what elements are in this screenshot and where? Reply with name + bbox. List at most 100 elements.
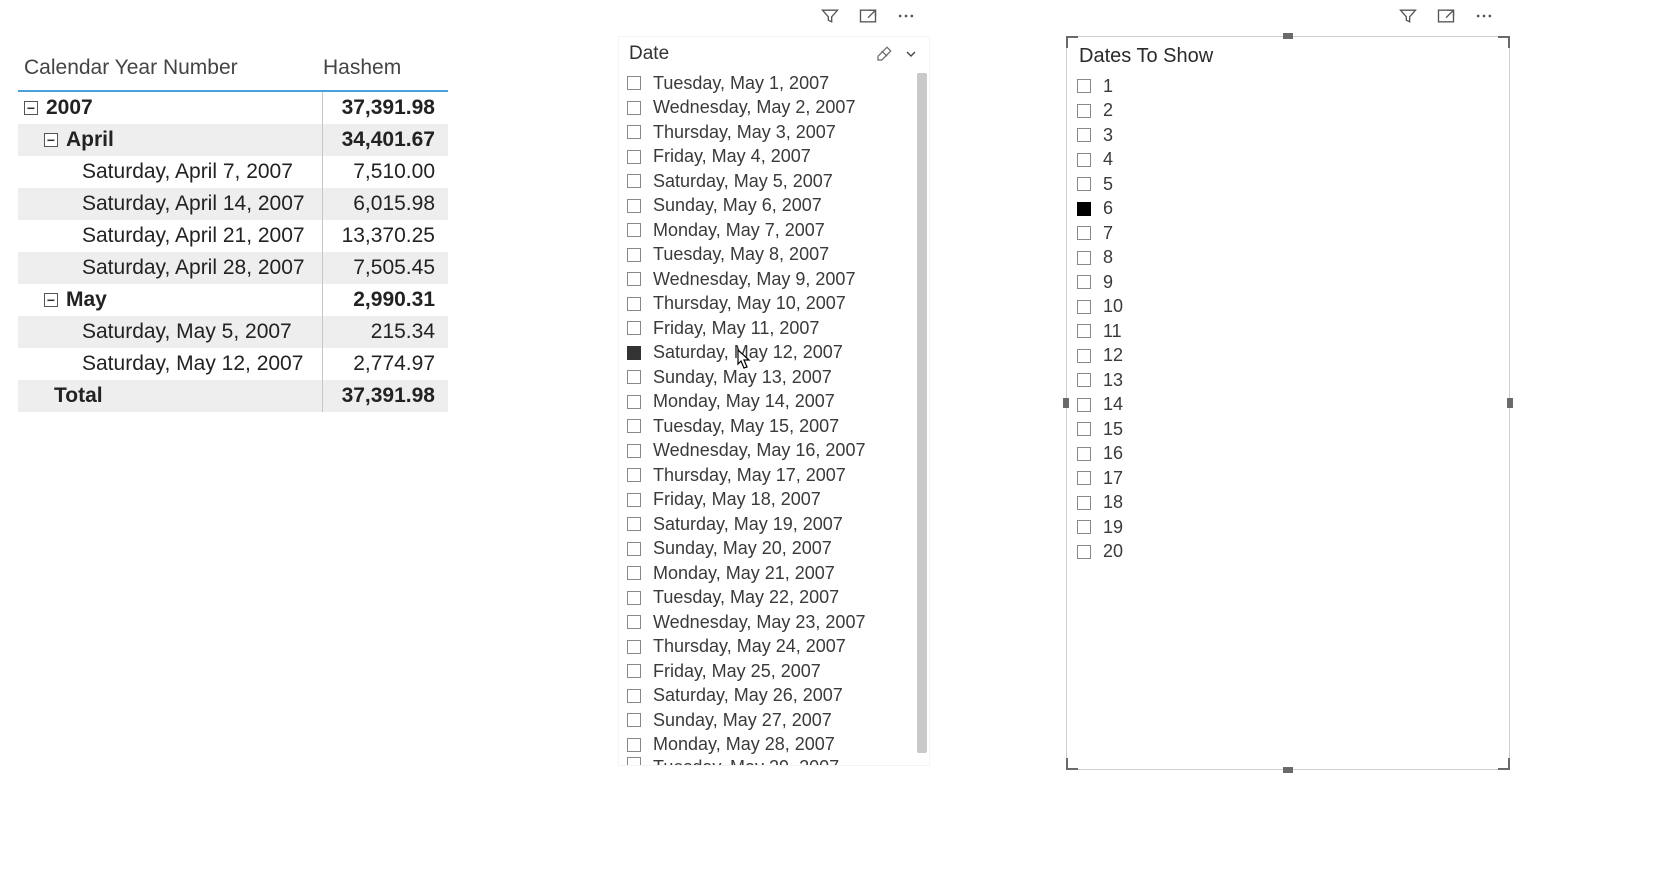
- checkbox[interactable]: [1077, 177, 1091, 191]
- selection-corner[interactable]: [1498, 758, 1510, 770]
- slicer-item[interactable]: 16: [1077, 442, 1499, 467]
- checkbox[interactable]: [627, 199, 641, 213]
- checkbox[interactable]: [627, 591, 641, 605]
- checkbox[interactable]: [1077, 422, 1091, 436]
- selection-corner[interactable]: [1066, 36, 1078, 48]
- slicer-item[interactable]: Tuesday, May 22, 2007: [627, 586, 921, 611]
- checkbox[interactable]: [627, 713, 641, 727]
- slicer-item[interactable]: Sunday, May 6, 2007: [627, 194, 921, 219]
- checkbox[interactable]: [627, 542, 641, 556]
- slicer-item[interactable]: Monday, May 21, 2007: [627, 561, 921, 586]
- slicer-item[interactable]: 12: [1077, 344, 1499, 369]
- checkbox[interactable]: [627, 689, 641, 703]
- slicer-item[interactable]: Friday, May 4, 2007: [627, 145, 921, 170]
- slicer-item[interactable]: Tuesday, May 1, 2007: [627, 71, 921, 96]
- checkbox[interactable]: [627, 444, 641, 458]
- matrix-row[interactable]: −May2,990.31: [18, 284, 448, 316]
- focus-mode-icon[interactable]: [1436, 6, 1456, 26]
- selection-corner[interactable]: [1066, 758, 1078, 770]
- dates-to-show-slicer[interactable]: Dates To Show 12345678910111213141516171…: [1066, 36, 1510, 770]
- slicer-item[interactable]: 6: [1077, 197, 1499, 222]
- slicer-item[interactable]: Tuesday, May 29, 2007: [627, 757, 921, 766]
- checkbox[interactable]: [1077, 349, 1091, 363]
- checkbox[interactable]: [627, 321, 641, 335]
- checkbox[interactable]: [1077, 545, 1091, 559]
- slicer-item[interactable]: Thursday, May 3, 2007: [627, 120, 921, 145]
- checkbox[interactable]: [627, 346, 641, 360]
- slicer-item[interactable]: 19: [1077, 515, 1499, 540]
- slicer-item[interactable]: 11: [1077, 319, 1499, 344]
- matrix-row[interactable]: Saturday, April 14, 20076,015.98: [18, 188, 448, 220]
- slicer-item[interactable]: Monday, May 28, 2007: [627, 733, 921, 758]
- checkbox[interactable]: [1077, 471, 1091, 485]
- checkbox[interactable]: [1077, 104, 1091, 118]
- checkbox[interactable]: [627, 395, 641, 409]
- slicer-item[interactable]: 17: [1077, 466, 1499, 491]
- checkbox[interactable]: [1077, 520, 1091, 534]
- checkbox[interactable]: [1077, 202, 1091, 216]
- slicer-item[interactable]: 5: [1077, 172, 1499, 197]
- slicer-item[interactable]: 18: [1077, 491, 1499, 516]
- checkbox[interactable]: [627, 125, 641, 139]
- checkbox[interactable]: [627, 493, 641, 507]
- slicer-item[interactable]: Thursday, May 17, 2007: [627, 463, 921, 488]
- checkbox[interactable]: [1077, 79, 1091, 93]
- matrix-row[interactable]: Saturday, May 12, 20072,774.97: [18, 348, 448, 380]
- slicer-item[interactable]: 1: [1077, 74, 1499, 99]
- checkbox[interactable]: [1077, 300, 1091, 314]
- slicer-item[interactable]: 13: [1077, 368, 1499, 393]
- checkbox[interactable]: [1077, 324, 1091, 338]
- expander-icon[interactable]: −: [24, 101, 38, 115]
- checkbox[interactable]: [627, 664, 641, 678]
- matrix-row[interactable]: −April34,401.67: [18, 124, 448, 156]
- matrix-row[interactable]: −200737,391.98: [18, 92, 448, 124]
- checkbox[interactable]: [1077, 373, 1091, 387]
- checkbox[interactable]: [627, 150, 641, 164]
- slicer-item[interactable]: Sunday, May 27, 2007: [627, 708, 921, 733]
- slicer-item[interactable]: 9: [1077, 270, 1499, 295]
- expander-icon[interactable]: −: [44, 133, 58, 147]
- matrix-header-col2[interactable]: Hashem: [323, 56, 441, 80]
- slicer-item[interactable]: Saturday, May 26, 2007: [627, 684, 921, 709]
- more-options-icon[interactable]: [896, 6, 916, 26]
- checkbox[interactable]: [627, 757, 641, 766]
- selection-corner[interactable]: [1498, 36, 1510, 48]
- scrollbar-thumb[interactable]: [917, 73, 927, 753]
- slicer-item[interactable]: 7: [1077, 221, 1499, 246]
- matrix-row[interactable]: Saturday, April 7, 20077,510.00: [18, 156, 448, 188]
- checkbox[interactable]: [1077, 128, 1091, 142]
- slicer-item[interactable]: Friday, May 11, 2007: [627, 316, 921, 341]
- slicer-item[interactable]: Wednesday, May 16, 2007: [627, 439, 921, 464]
- slicer-item[interactable]: Saturday, May 12, 2007: [627, 341, 921, 366]
- slicer-item[interactable]: Thursday, May 24, 2007: [627, 635, 921, 660]
- slicer-item[interactable]: Sunday, May 13, 2007: [627, 365, 921, 390]
- selection-handle[interactable]: [1283, 33, 1293, 39]
- slicer-item[interactable]: 4: [1077, 148, 1499, 173]
- slicer-item[interactable]: Saturday, May 5, 2007: [627, 169, 921, 194]
- focus-mode-icon[interactable]: [858, 6, 878, 26]
- slicer-item[interactable]: 20: [1077, 540, 1499, 565]
- slicer-item[interactable]: 14: [1077, 393, 1499, 418]
- checkbox[interactable]: [627, 248, 641, 262]
- eraser-icon[interactable]: [875, 45, 893, 63]
- checkbox[interactable]: [627, 297, 641, 311]
- slicer-item[interactable]: Sunday, May 20, 2007: [627, 537, 921, 562]
- slicer-item[interactable]: Monday, May 14, 2007: [627, 390, 921, 415]
- checkbox[interactable]: [627, 615, 641, 629]
- chevron-down-icon[interactable]: [903, 46, 919, 62]
- checkbox[interactable]: [627, 468, 641, 482]
- slicer-item[interactable]: Friday, May 18, 2007: [627, 488, 921, 513]
- slicer-item[interactable]: Monday, May 7, 2007: [627, 218, 921, 243]
- checkbox[interactable]: [1077, 251, 1091, 265]
- slicer-item[interactable]: 8: [1077, 246, 1499, 271]
- checkbox[interactable]: [627, 419, 641, 433]
- matrix-row[interactable]: Total37,391.98: [18, 380, 448, 412]
- expander-icon[interactable]: −: [44, 293, 58, 307]
- slicer-item[interactable]: Wednesday, May 9, 2007: [627, 267, 921, 292]
- filter-icon[interactable]: [820, 6, 840, 26]
- checkbox[interactable]: [1077, 153, 1091, 167]
- more-options-icon[interactable]: [1474, 6, 1494, 26]
- slicer-item[interactable]: 2: [1077, 99, 1499, 124]
- slicer-item[interactable]: Tuesday, May 8, 2007: [627, 243, 921, 268]
- checkbox[interactable]: [627, 76, 641, 90]
